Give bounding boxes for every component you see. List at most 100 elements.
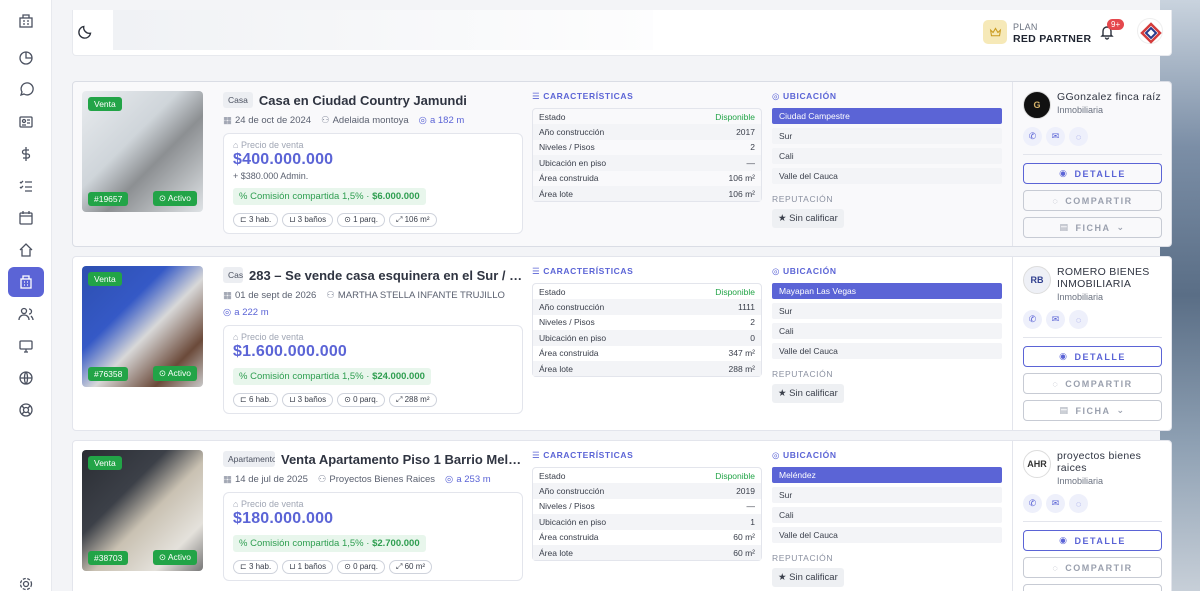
feature-value: 60 m² [404, 562, 426, 571]
characteristic-row: Estado Disponible [533, 468, 761, 483]
percent-icon: % [239, 371, 248, 382]
share-button[interactable]: ◌ COMPARTIR [1023, 190, 1162, 211]
detail-button[interactable]: ◉ DETALLE [1023, 346, 1162, 368]
tasks-icon[interactable] [8, 171, 44, 201]
calendar-icon: ▦ [223, 115, 232, 126]
phone-icon[interactable]: ✆ [1023, 310, 1042, 330]
mail-icon[interactable]: ✉ [1046, 494, 1065, 514]
characteristic-row: Área lote 60 m² [533, 544, 761, 561]
characteristic-value: 1 [750, 516, 755, 527]
settings-icon[interactable] [8, 569, 44, 591]
area-icon: ⤢ [395, 215, 405, 224]
crown-icon[interactable] [983, 20, 1007, 44]
phone-icon[interactable]: ✆ [1023, 494, 1042, 514]
agency-name[interactable]: GGonzalez finca raíz [1057, 91, 1161, 103]
price-label-text: Precio de venta [240, 499, 304, 509]
listing-date-text: 01 de sept de 2026 [234, 290, 317, 301]
users-icon[interactable] [8, 299, 44, 329]
location-list: Ciudad Campestre Sur Cali Valle del Cauca [772, 108, 1002, 184]
detail-button[interactable]: ◉ DETALLE [1023, 530, 1162, 552]
feature-chip: ⤢ 106 m² [388, 213, 437, 227]
dollar-icon[interactable] [8, 139, 44, 169]
document-icon: ▤ [1059, 405, 1070, 416]
listing-date: ▦ 24 de oct de 2024 [223, 115, 311, 126]
characteristic-value: 106 m² [728, 173, 755, 184]
characteristic-key: Área lote [539, 363, 574, 374]
location-heading: ◎ UBICACIÓN [772, 91, 1002, 105]
listing-title[interactable]: Casa en Ciudad Country Jamundi [259, 93, 467, 108]
sheet-button[interactable]: ▤FICHA⌄ [1023, 400, 1162, 422]
star-icon: ★ [778, 388, 787, 399]
agency-name[interactable]: proyectos bienes raices [1057, 450, 1162, 474]
location-row: Cali [772, 148, 1002, 164]
listing-info: Casa Casa en Ciudad Country Jamundi ▦ 24 … [223, 91, 523, 234]
agency-name[interactable]: ROMERO BIENES INMOBILIARIA [1057, 266, 1162, 290]
listing-distance: ◎ a 253 m [445, 474, 491, 485]
characteristic-value: 2 [750, 317, 755, 328]
calendar-icon[interactable] [8, 203, 44, 233]
characteristic-value: 2 [750, 142, 755, 153]
share-button[interactable]: ◌ COMPARTIR [1023, 557, 1162, 579]
reputation-heading: REPUTACIÓN [772, 553, 834, 563]
mail-icon[interactable]: ✉ [1046, 310, 1065, 330]
whatsapp-icon[interactable]: ◌ [1069, 127, 1088, 146]
characteristic-key: Niveles / Pisos [539, 501, 595, 512]
moon-icon[interactable] [77, 22, 99, 44]
sheet-button[interactable]: ▤FICHA⌄ [1023, 217, 1162, 238]
characteristic-row: Ubicación en piso — [533, 155, 761, 171]
agency-logo[interactable]: AHR [1023, 450, 1051, 478]
price-box: ⌂ Precio de venta $1.600.000.000 % Comis… [223, 325, 523, 414]
dashboard-icon[interactable] [8, 6, 44, 36]
listing-card[interactable]: Venta #76358 ⊙ Activo Casa 283 – Se vend… [72, 256, 1172, 431]
feature-chip: ⊏ 6 hab. [233, 393, 279, 407]
star-icon: ★ [778, 572, 787, 583]
properties-icon[interactable] [8, 267, 44, 297]
monitor-icon[interactable] [8, 331, 44, 361]
whatsapp-icon[interactable]: ◌ [1069, 494, 1088, 514]
characteristics-table: Estado Disponible Año construcción 2017 Nive… [532, 108, 762, 203]
sheet-button-label: FICHA [1075, 222, 1111, 233]
location-row: Sur [772, 128, 1002, 144]
plan-label: PLAN [1013, 22, 1038, 32]
characteristic-key: Área construida [539, 173, 599, 184]
phone-icon[interactable]: ✆ [1023, 127, 1042, 146]
lifebuoy-icon[interactable] [8, 395, 44, 425]
property-photo[interactable]: Venta #19657 ⊙ Activo [82, 91, 203, 212]
whatsapp-icon[interactable]: ◌ [1069, 310, 1088, 330]
feature-value: 1 parq. [353, 215, 378, 224]
chevron-down-icon: ⌄ [1116, 405, 1126, 416]
location-row: Sur [772, 487, 1002, 503]
company-logo[interactable] [1137, 18, 1163, 44]
plan-info[interactable]: PLAN RED PARTNER [1013, 22, 1091, 45]
bath-icon: ⊔ [289, 395, 298, 404]
agency-logo[interactable]: G [1023, 91, 1051, 119]
location-row: Cali [772, 323, 1002, 339]
active-tag: ⊙ Activo [152, 191, 197, 206]
listing-date-text: 14 de jul de 2025 [234, 474, 308, 485]
sheet-button[interactable]: ▤FICHA⌄ [1023, 584, 1162, 591]
property-photo[interactable]: Venta #38703 ⊙ Activo [82, 450, 203, 571]
property-photo[interactable]: Venta #76358 ⊙ Activo [82, 266, 203, 387]
globe-icon[interactable] [8, 363, 44, 393]
sale-price: $400.000.000 [233, 151, 334, 168]
feature-value: 3 hab. [248, 215, 272, 224]
whatsapp-icon[interactable] [8, 75, 44, 105]
agency-logo[interactable]: RB [1023, 266, 1051, 294]
detail-button[interactable]: ◉ DETALLE [1023, 163, 1162, 184]
share-button[interactable]: ◌ COMPARTIR [1023, 373, 1162, 395]
listing-title[interactable]: 283 – Se vende casa esquinera en el Sur … [249, 268, 523, 283]
agency-type: Inmobiliaria [1057, 292, 1104, 303]
contacts-icon[interactable] [8, 107, 44, 137]
listing-card[interactable]: Venta #38703 ⊙ Activo Apartamento Venta … [72, 440, 1172, 591]
mail-icon[interactable]: ✉ [1046, 127, 1065, 146]
bed-icon: ⊏ [240, 395, 249, 404]
agency-panel: RB ROMERO BIENES INMOBILIARIA Inmobiliar… [1012, 257, 1172, 430]
feature-chip: ⊙ 0 parq. [337, 560, 385, 574]
listing-title[interactable]: Venta Apartamento Piso 1 Barrio Meléndez [281, 452, 523, 467]
commission-badge: % Comisión compartida 1,5% · $24.000.000 [233, 368, 431, 385]
listing-card[interactable]: Venta #19657 ⊙ Activo Casa Casa en Ciuda… [72, 81, 1172, 247]
chart-icon[interactable] [8, 43, 44, 73]
characteristics-section: ☰ CARACTERÍSTICAS Estado Disponible Año co… [532, 266, 762, 378]
active-tag-label: Activo [167, 193, 191, 203]
home-icon[interactable] [8, 235, 44, 265]
